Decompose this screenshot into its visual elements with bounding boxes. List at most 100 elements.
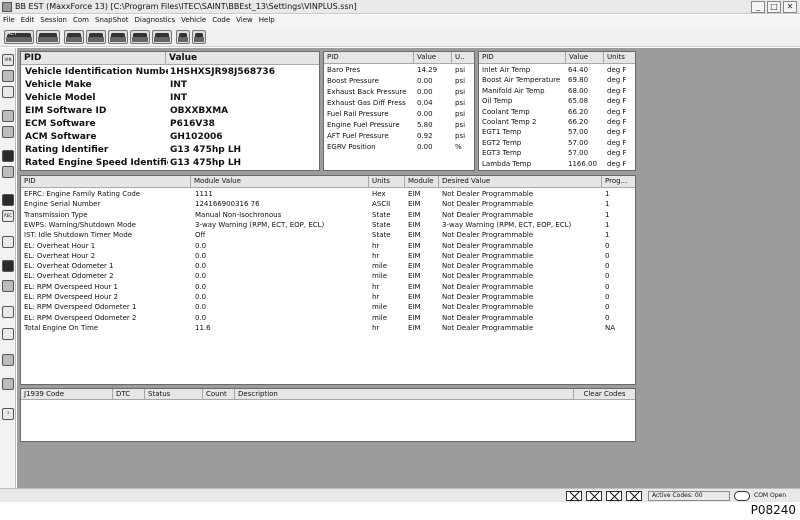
column-header-pid[interactable]: PID <box>21 176 191 188</box>
module-row-value: 0.0 <box>195 262 207 271</box>
module-row-unit: hr <box>372 323 380 332</box>
toolbar-module-button[interactable] <box>108 30 128 44</box>
column-header-module-value[interactable]: Module Value <box>191 176 369 188</box>
pid-row-value: 57.00 <box>568 138 589 147</box>
menu-item-file[interactable]: File <box>0 15 18 25</box>
toolbar-module-button[interactable] <box>64 30 84 44</box>
module-row-pid: EL: Overheat Odometer 1 <box>24 262 114 271</box>
menu-item-view[interactable]: View <box>233 15 256 25</box>
maximize-button[interactable]: □ <box>767 1 781 13</box>
pid-row-value: 14.29 <box>417 66 438 74</box>
column-header-count[interactable]: Count <box>203 389 235 400</box>
table-row[interactable]: EL: RPM Overspeed Hour 1 0.0 hr EIM Not Deal… <box>21 283 635 293</box>
print-icon[interactable] <box>2 260 14 272</box>
module-row-module: EIM <box>408 190 421 198</box>
test-icon[interactable] <box>2 166 14 178</box>
menu-item-code[interactable]: Code <box>209 15 233 25</box>
toolbar-settings-button[interactable] <box>192 30 206 44</box>
table-row[interactable]: EWPS: Warning/Shutdown Mode 3-way Warning… <box>21 221 635 231</box>
module-row-value: 0.0 <box>195 282 207 291</box>
engine-icon[interactable] <box>2 126 14 138</box>
gauge-icon[interactable] <box>2 110 14 122</box>
column-header-value[interactable]: Value <box>414 52 452 64</box>
table-row[interactable]: EL: RPM Overspeed Odometer 2 0.0 mile EIM No… <box>21 314 635 324</box>
toolbar-module-button[interactable] <box>86 30 106 44</box>
module-row-module: EIM <box>408 282 421 291</box>
menu-item-diagnostics[interactable]: Diagnostics <box>132 15 179 25</box>
stop-icon[interactable] <box>2 236 14 248</box>
module-row-value: 124166900316 76 <box>195 200 260 209</box>
toolbar-act-button[interactable]: ACT <box>4 30 34 44</box>
pid-row-unit: deg F <box>607 107 627 116</box>
tree-icon[interactable] <box>2 70 14 82</box>
module-row-desired: Not Dealer Programmable <box>442 323 534 332</box>
help-icon[interactable]: ? <box>2 408 14 420</box>
column-header-value[interactable]: Value <box>166 52 319 65</box>
column-header-status[interactable]: Status <box>145 389 203 400</box>
truck-icon[interactable] <box>2 150 14 162</box>
menu-item-vehicle[interactable]: Vehicle <box>178 15 209 25</box>
column-header-pid[interactable]: PID <box>479 52 566 64</box>
pid-row-unit: deg F <box>607 76 627 85</box>
rec-icon[interactable]: REC <box>2 210 14 222</box>
column-header-value[interactable]: Value <box>566 52 604 64</box>
pid-row-value: 0.00 <box>417 110 433 118</box>
calc-icon[interactable] <box>2 328 14 340</box>
menu-item-help[interactable]: Help <box>256 15 278 25</box>
report-icon[interactable] <box>2 280 14 292</box>
toolbar-icon-body <box>132 37 148 42</box>
toolbar-module-button[interactable] <box>130 30 150 44</box>
camera-icon[interactable] <box>2 194 14 206</box>
column-header-pid[interactable]: PID <box>324 52 414 64</box>
module-row-value: Manual Non-Isochronous <box>195 210 282 219</box>
table-row[interactable]: EL: RPM Overspeed Odometer 1 0.0 mile EIM No… <box>21 303 635 313</box>
table-row[interactable]: EL: Overheat Hour 1 0.0 hr EIM Not Dealer Pr… <box>21 242 635 252</box>
vin-row-pid: ECM Software <box>25 119 96 129</box>
toolbar-module-connect-button[interactable] <box>36 30 60 44</box>
table-row[interactable]: EFRC: Engine Family Rating Code 1111 Hex EI… <box>21 190 635 200</box>
table-row[interactable]: IST: Idle Shutdown Timer Mode Off State EIM… <box>21 231 635 241</box>
column-header-description[interactable]: Description <box>235 389 574 400</box>
grid-icon[interactable] <box>2 86 14 98</box>
table-row[interactable]: Transmission Type Manual Non-Isochronous S… <box>21 211 635 221</box>
module-row-prog: NA <box>605 323 616 332</box>
column-header-prog[interactable]: Prog... <box>602 176 635 188</box>
pid-row-name: Engine Fuel Pressure <box>327 121 400 129</box>
workspace: PID Value Vehicle Identification Number 1… <box>17 48 800 488</box>
toolbar-tool-button[interactable] <box>176 30 190 44</box>
menu-item-com[interactable]: Com <box>70 15 92 25</box>
column-header-dtc[interactable]: DTC <box>113 389 145 400</box>
column-header-units[interactable]: Units <box>369 176 405 188</box>
module-row-pid: IST: Idle Shutdown Timer Mode <box>24 231 133 240</box>
module-row-unit: mile <box>372 262 388 271</box>
vin-row-pid: Rating Identifier <box>25 145 109 155</box>
pid-row-unit: % <box>455 143 462 151</box>
column-header-j1939-code[interactable]: J1939 Code <box>21 389 113 400</box>
menu-item-snapshot[interactable]: SnapShot <box>92 15 132 25</box>
column-header-pid[interactable]: PID <box>21 52 166 65</box>
menu-item-edit[interactable]: Edit <box>18 15 38 25</box>
table-row[interactable]: Total Engine On Time 11.6 hr EIM Not Dealer … <box>21 324 635 334</box>
column-header-unit[interactable]: U.. <box>452 52 474 64</box>
column-header-units[interactable]: Units <box>604 52 635 64</box>
table-row[interactable]: EL: Overheat Hour 2 0.0 hr EIM Not Dealer Pr… <box>21 252 635 262</box>
table-row[interactable]: EL: Overheat Odometer 2 0.0 mile EIM Not Dea… <box>21 272 635 282</box>
clear-codes-button[interactable]: Clear Codes <box>574 389 635 400</box>
com-port-icon <box>734 491 750 501</box>
table-row[interactable]: EL: Overheat Odometer 1 0.0 mile EIM Not Dea… <box>21 262 635 272</box>
hand-icon[interactable] <box>2 378 14 390</box>
folder-icon[interactable] <box>2 354 14 366</box>
vin-icon[interactable]: VIN <box>2 54 14 66</box>
module-row-module: EIM <box>408 231 421 240</box>
table-row[interactable]: Engine Serial Number 124166900316 76 ASCII… <box>21 200 635 210</box>
close-button[interactable]: ✕ <box>783 1 797 13</box>
chart-icon[interactable] <box>2 306 14 318</box>
pid-row-value: 57.00 <box>568 149 589 158</box>
table-row[interactable]: EL: RPM Overspeed Hour 2 0.0 hr EIM Not Deal… <box>21 293 635 303</box>
column-header-desired-value[interactable]: Desired Value <box>439 176 602 188</box>
vin-row-pid: Rated Engine Speed Identifier <box>25 158 168 168</box>
minimize-button[interactable]: _ <box>751 1 765 13</box>
column-header-module[interactable]: Module <box>405 176 439 188</box>
menu-item-session[interactable]: Session <box>37 15 70 25</box>
toolbar-module-button[interactable] <box>152 30 172 44</box>
